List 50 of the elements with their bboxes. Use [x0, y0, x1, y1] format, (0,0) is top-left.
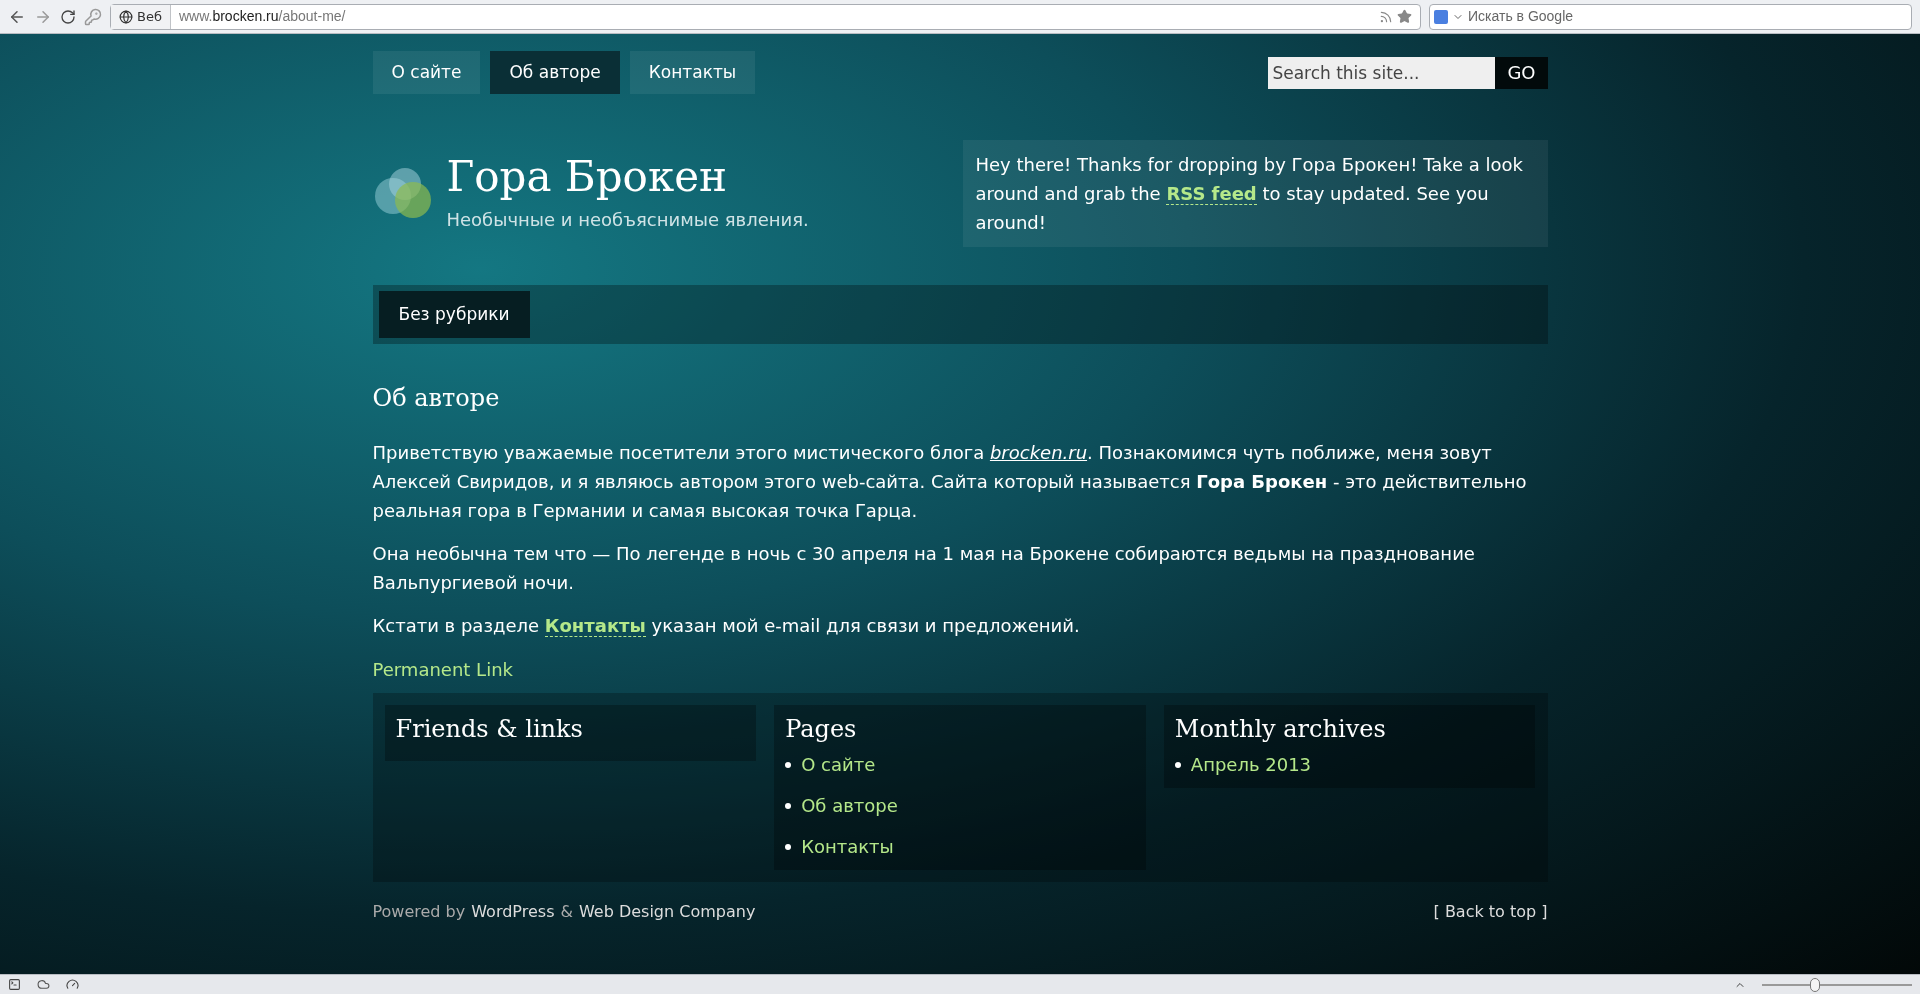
- address-bar[interactable]: Веб www.brocken.ru/about-me/: [110, 3, 1421, 30]
- widget-link[interactable]: О сайте: [801, 751, 876, 778]
- zoom-slider-thumb[interactable]: [1809, 977, 1820, 992]
- nav-tab[interactable]: О сайте: [372, 51, 481, 94]
- widget-link[interactable]: Контакты: [801, 833, 894, 860]
- article-title: Об авторе: [372, 383, 501, 414]
- back-to-top-link[interactable]: [ Back to top ]: [1433, 900, 1548, 924]
- powered-by-text: Powered by: [372, 901, 466, 923]
- go-button[interactable]: GO: [1495, 56, 1548, 89]
- bullet-icon: [785, 761, 792, 768]
- widget-link[interactable]: Об авторе: [801, 792, 898, 819]
- category-link[interactable]: Без рубрики: [378, 291, 530, 338]
- welcome-message: Hey there! Thanks for dropping by Гора Брокен! Take a look around and grab the RSS feed to stay updated. See you around!: [962, 140, 1548, 247]
- gauge-icon[interactable]: [66, 978, 79, 991]
- url-text: www.brocken.ru/about-me/: [177, 7, 347, 26]
- cloud-icon[interactable]: [37, 978, 50, 991]
- permanent-link[interactable]: Permanent Link: [372, 656, 513, 683]
- site-info-label: Веб: [137, 7, 162, 26]
- zoom-slider[interactable]: [1762, 977, 1912, 992]
- ampersand-text: &: [560, 901, 573, 923]
- site-tagline: Необычные и необъяснимые явления.: [446, 208, 809, 232]
- text-link[interactable]: brocken.ru: [989, 442, 1088, 463]
- site-info-chip[interactable]: Веб: [111, 4, 171, 29]
- widget-title: Monthly archives: [1174, 714, 1387, 745]
- reload-icon[interactable]: [60, 8, 76, 25]
- site-title[interactable]: Гора Брокен: [446, 148, 809, 206]
- text-link[interactable]: RSS feed: [1166, 183, 1257, 205]
- search-box[interactable]: Искать в Google: [1429, 3, 1912, 30]
- key-icon[interactable]: [84, 7, 102, 26]
- star-icon[interactable]: [1397, 9, 1412, 24]
- panel-icon[interactable]: [8, 978, 21, 991]
- company-link[interactable]: Web Design Company: [578, 900, 756, 924]
- wordpress-link[interactable]: WordPress: [471, 900, 555, 924]
- bullet-icon: [1174, 761, 1181, 768]
- search-input[interactable]: Искать в Google: [1468, 6, 1907, 27]
- globe-icon: [119, 9, 133, 24]
- article-paragraph: Приветствую уважаемые посетители этого мистического блога brocken.ru. Познакомимся чуть поближе, меня зовут Алексей Свиридов, и я являюсь автором этого web-сайта. Сайта который называется Гора Брокен - это действительно реальная гора в Германии и самая высокая точка Гарца.: [372, 441, 1528, 523]
- nav-tab[interactable]: Контакты: [629, 51, 756, 94]
- article-paragraph: Она необычна тем что — По легенде в ночь с 30 апреля на 1 мая на Брокене собираются ведьмы на празднование Вальпургиевой ночи.: [372, 542, 1476, 595]
- nav-tab[interactable]: Об авторе: [490, 51, 620, 94]
- widget-link[interactable]: Апрель 2013: [1190, 751, 1312, 778]
- widget-title: Pages: [785, 714, 858, 745]
- site-search-field[interactable]: Search this site...: [1268, 56, 1496, 89]
- article-paragraph: Кстати в разделе Контакты указан мой e-mail для связи и предложений.: [372, 614, 1081, 639]
- rss-icon[interactable]: [1379, 9, 1393, 24]
- bullet-icon: [785, 843, 792, 850]
- bullet-icon: [785, 802, 792, 809]
- text-link[interactable]: Контакты: [544, 615, 646, 637]
- widget-title: Friends & links: [395, 714, 584, 745]
- search-engine-icon[interactable]: [1434, 9, 1448, 24]
